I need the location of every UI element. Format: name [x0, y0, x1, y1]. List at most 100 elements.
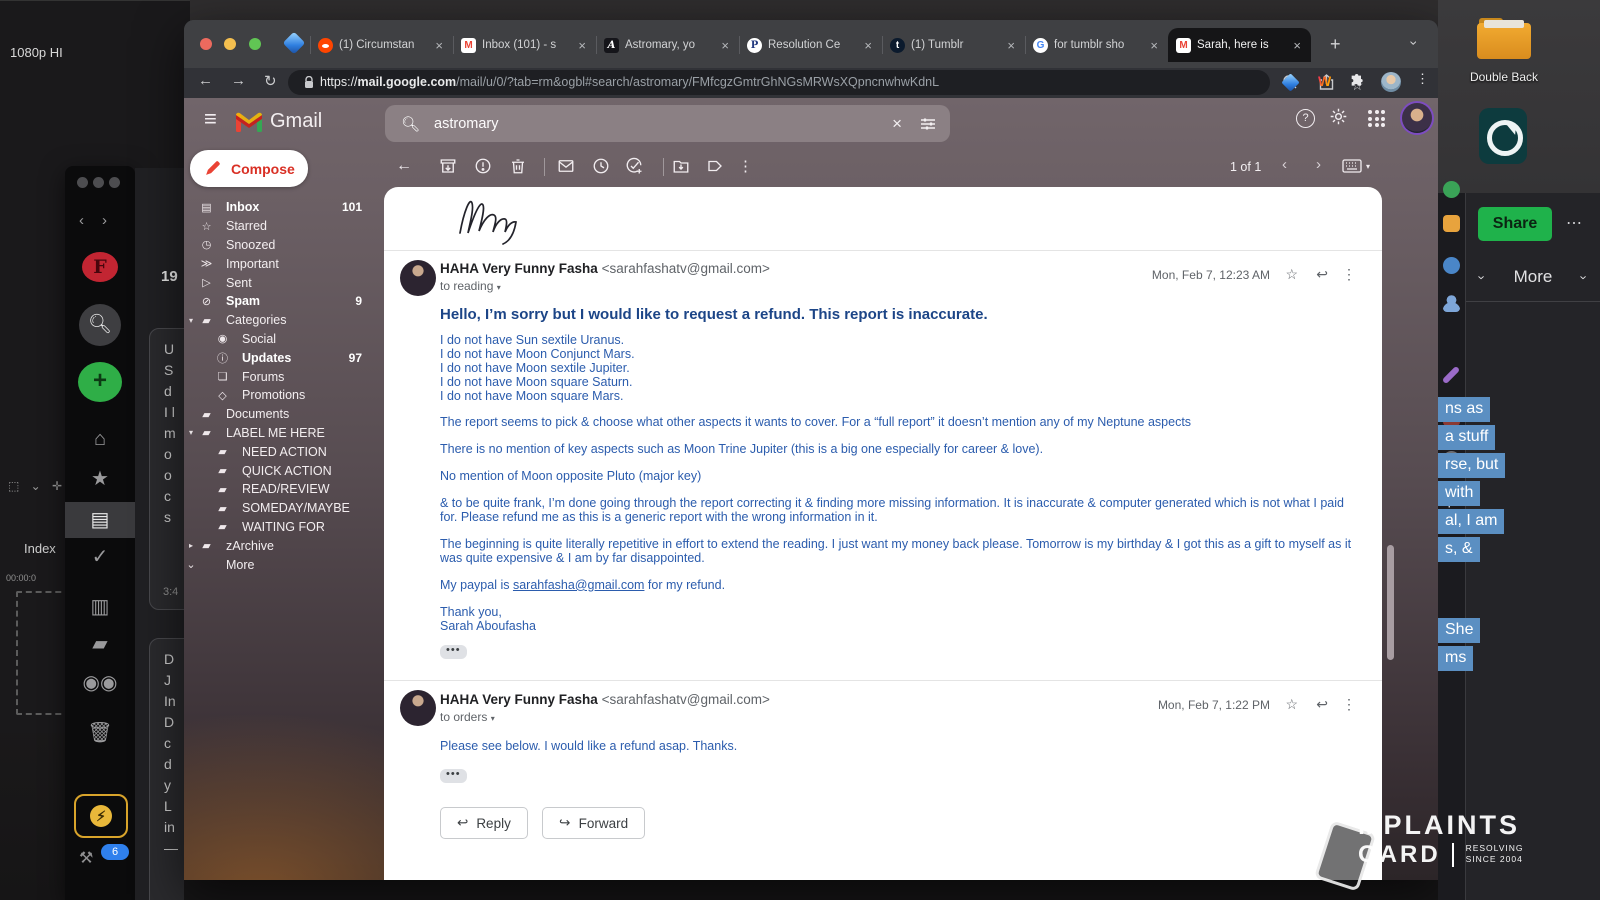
forward-button[interactable]: ↩Forward: [542, 807, 645, 839]
sidebar-item-social[interactable]: ◉Social: [184, 330, 384, 349]
star-icon[interactable]: ☆: [1285, 266, 1298, 283]
browser-menu-icon[interactable]: ⋮: [1416, 71, 1429, 87]
sidebar-item-starred[interactable]: ☆Starred: [184, 217, 384, 236]
sidebar-item-sent[interactable]: ▷Sent: [184, 273, 384, 292]
reply-icon[interactable]: ↩: [1316, 696, 1328, 713]
brush-icon[interactable]: [1442, 366, 1460, 384]
paypal-email-link[interactable]: sarahfasha@gmail.com: [513, 578, 645, 592]
sidebar-item-label-me-here[interactable]: ▾▰LABEL ME HERE: [184, 424, 384, 443]
sidebar-item-zarchive[interactable]: ▸▰zArchive: [184, 536, 384, 555]
close-icon[interactable]: ×: [1291, 38, 1303, 53]
delete-icon[interactable]: [509, 157, 527, 175]
people-icon[interactable]: ◉◉: [65, 670, 135, 695]
minimize-window-button[interactable]: [224, 38, 236, 50]
search-input[interactable]: astromary: [434, 116, 892, 132]
more-options-icon[interactable]: ⋮: [1342, 266, 1356, 283]
show-details-caret[interactable]: ▾: [491, 714, 495, 723]
address-bar[interactable]: https://mail.google.com/mail/u/0/?tab=rm…: [288, 70, 1270, 95]
tag-icon[interactable]: ▰: [65, 631, 135, 656]
close-icon[interactable]: ×: [433, 38, 445, 53]
sidebar-item-documents[interactable]: ▰Documents: [184, 405, 384, 424]
sidebar-item-updates[interactable]: ⓘUpdates97: [184, 348, 384, 367]
move-to-icon[interactable]: [672, 157, 690, 175]
pinned-extension-icon[interactable]: [283, 32, 306, 55]
sidebar-item-spam[interactable]: ⊘Spam9: [184, 292, 384, 311]
hamburger-menu-icon[interactable]: ≡: [204, 106, 217, 132]
note-card[interactable]: USdI lmoocs: [149, 328, 184, 610]
search-options-icon[interactable]: [920, 116, 936, 132]
note-card[interactable]: DJInDcdyLin—: [149, 638, 184, 900]
tab-paypal-resolution[interactable]: P Resolution Ce ×: [739, 28, 882, 62]
close-icon[interactable]: ×: [719, 38, 731, 53]
sidebar-item-inbox[interactable]: ▤Inbox101: [184, 198, 384, 217]
new-tab-button[interactable]: +: [1330, 34, 1341, 55]
reply-button[interactable]: ↩Reply: [440, 807, 528, 839]
sender-avatar[interactable]: [400, 260, 436, 296]
recipient-label[interactable]: to orders: [440, 710, 487, 724]
sidebar-item-categories[interactable]: ▾▰Categories: [184, 311, 384, 330]
clear-search-icon[interactable]: ×: [892, 114, 902, 134]
more-dropdown[interactable]: › More ›: [1466, 267, 1600, 287]
tab-circumstances[interactable]: (1) Circumstan ×: [310, 28, 453, 62]
close-icon[interactable]: ×: [576, 38, 588, 53]
tab-astromary[interactable]: A Astromary, yo ×: [596, 28, 739, 62]
share-button[interactable]: Share: [1478, 207, 1552, 241]
show-details-caret[interactable]: ▾: [497, 283, 501, 292]
snooze-icon[interactable]: [592, 157, 610, 175]
compose-button[interactable]: Compose: [190, 150, 308, 187]
sidebar-item-snoozed[interactable]: ◷Snoozed: [184, 236, 384, 255]
sender-avatar[interactable]: [400, 690, 436, 726]
person-icon[interactable]: [1443, 295, 1460, 312]
maximize-window-button[interactable]: [249, 38, 261, 50]
show-trimmed-content-button[interactable]: •••: [440, 769, 467, 783]
sidebar-item-waiting-for[interactable]: ▰WAITING FOR: [184, 518, 384, 537]
input-method-icon[interactable]: ▾: [1342, 159, 1370, 173]
older-email-chevron[interactable]: ›: [1316, 156, 1321, 173]
sidebar-item-more[interactable]: ⌄More: [184, 555, 384, 574]
help-icon[interactable]: ?: [1296, 109, 1315, 128]
check-icon[interactable]: ✓: [65, 544, 135, 569]
settings-gear-icon[interactable]: [1330, 108, 1347, 125]
folder-icon[interactable]: [1443, 215, 1460, 232]
star-icon[interactable]: ★: [65, 466, 135, 491]
back-button[interactable]: ←: [198, 72, 213, 89]
double-back-folder-icon[interactable]: [1477, 18, 1531, 60]
sidebar-item-read-review[interactable]: ▰READ/REVIEW: [184, 480, 384, 499]
account-avatar[interactable]: [1402, 103, 1432, 133]
close-icon[interactable]: ×: [862, 38, 874, 53]
sidebar-item-important[interactable]: ≫Important: [184, 254, 384, 273]
green-app-icon[interactable]: [1443, 181, 1460, 198]
index-tab[interactable]: Index: [24, 541, 56, 556]
more-options-icon[interactable]: ⋮: [1342, 696, 1356, 713]
sidebar-item-promotions[interactable]: ◇Promotions: [184, 386, 384, 405]
tab-sarah-active[interactable]: M Sarah, here is ×: [1168, 28, 1311, 62]
report-spam-icon[interactable]: [474, 157, 492, 175]
window-controls[interactable]: [77, 175, 125, 193]
add-to-tasks-icon[interactable]: [625, 157, 643, 175]
sidebar-item-someday-maybe[interactable]: ▰SOMEDAY/MAYBE: [184, 499, 384, 518]
recipient-label[interactable]: to reading: [440, 279, 493, 293]
show-trimmed-content-button[interactable]: •••: [440, 645, 467, 659]
tab-inbox[interactable]: M Inbox (101) - s ×: [453, 28, 596, 62]
sidebar-item-forums[interactable]: ❏Forums: [184, 367, 384, 386]
tab-tumblr[interactable]: t (1) Tumblr ×: [882, 28, 1025, 62]
clip-tools-icons[interactable]: ⬚ ⌄ ✛: [8, 479, 66, 493]
back-to-list-icon[interactable]: ←: [396, 157, 412, 175]
app-logo-f[interactable]: F: [65, 252, 135, 282]
reply-icon[interactable]: ↩: [1316, 266, 1328, 283]
sidebar-item-quick-action[interactable]: ▰QUICK ACTION: [184, 461, 384, 480]
labels-icon[interactable]: [706, 157, 724, 175]
close-window-button[interactable]: [200, 38, 212, 50]
swirl-icon[interactable]: [1443, 257, 1460, 274]
close-icon[interactable]: ×: [1148, 38, 1160, 53]
add-button[interactable]: +: [65, 362, 135, 402]
extension-diamond-icon[interactable]: [1284, 76, 1297, 92]
window-controls[interactable]: [200, 37, 269, 55]
google-apps-grid-icon[interactable]: [1368, 110, 1385, 127]
star-icon[interactable]: ☆: [1285, 696, 1298, 713]
nav-arrows[interactable]: ‹›: [79, 212, 125, 229]
close-icon[interactable]: ×: [1005, 38, 1017, 53]
trash-icon[interactable]: 🗑︎: [65, 720, 135, 745]
scrollbar-thumb[interactable]: [1387, 545, 1394, 660]
more-dots-icon[interactable]: ⋯: [1566, 213, 1584, 233]
